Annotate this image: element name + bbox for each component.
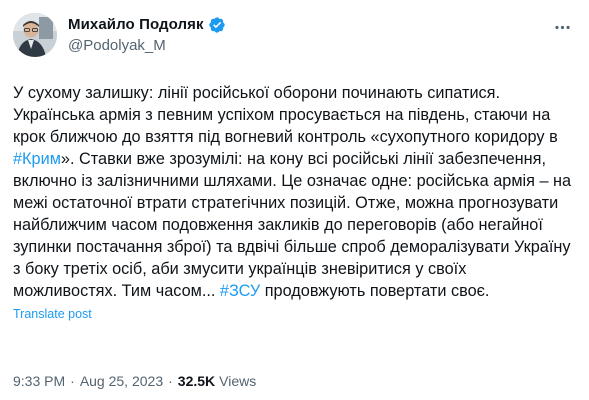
more-horizontal-icon[interactable] [549,14,575,40]
tweet-header: Михайло Подоляк @Podolyak_M [13,12,573,58]
author-name[interactable]: Михайло Подоляк [68,15,204,35]
meta-separator: · [168,373,173,389]
hashtag-link[interactable]: #ЗСУ [220,282,260,300]
tweet-card: Михайло Подоляк @Podolyak_M У сухому зал… [0,0,589,400]
avatar[interactable] [13,13,57,57]
tweet-text-part: У сухому залишку: лінії російської оборо… [13,84,558,146]
author-info: Михайло Подоляк @Podolyak_M [68,15,226,56]
tweet-text: У сухому залишку: лінії російської оборо… [13,82,575,302]
tweet-text-part: ». Ставки вже зрозумілі: на кону всі рос… [13,150,572,300]
translate-post-link[interactable]: Translate post [13,306,92,322]
tweet-text-part: продовжують повертати своє. [260,282,490,300]
tweet-time[interactable]: 9:33 PM [13,372,65,390]
verified-badge-icon[interactable] [208,16,226,34]
author-name-row: Михайло Подоляк [68,15,226,35]
tweet-meta: 9:33 PM · Aug 25, 2023 · 32.5K Views [13,372,256,390]
meta-separator: · [70,373,75,389]
hashtag-link[interactable]: #Крим [13,150,61,168]
tweet-date[interactable]: Aug 25, 2023 [80,372,163,390]
author-handle[interactable]: @Podolyak_M [68,36,226,56]
avatar-photo [13,13,57,57]
views-count[interactable]: 32.5K [178,372,215,390]
views-label: Views [219,373,257,389]
